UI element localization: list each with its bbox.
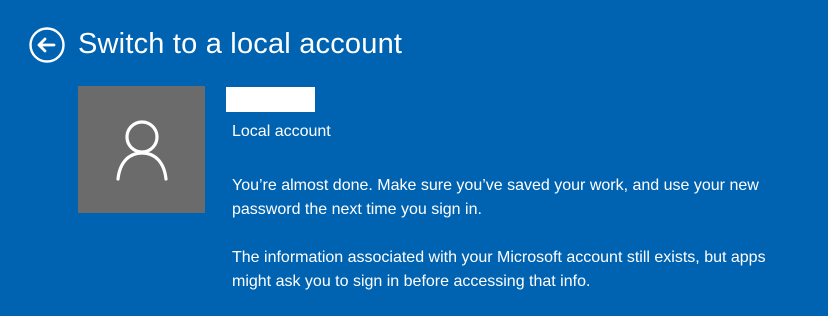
account-name-redaction [226,87,315,112]
back-arrow-icon [29,27,65,63]
back-button[interactable] [28,26,66,64]
account-info-message: The information associated with your Mic… [232,249,766,290]
user-icon [115,119,168,181]
almost-done-message: You’re almost done. Make sure you’ve sav… [232,177,759,218]
switch-local-account-screen: Switch to a local account Local account … [0,0,828,316]
avatar [78,86,205,213]
account-type-label: Local account [232,123,331,140]
page-title: Switch to a local account [78,28,403,60]
